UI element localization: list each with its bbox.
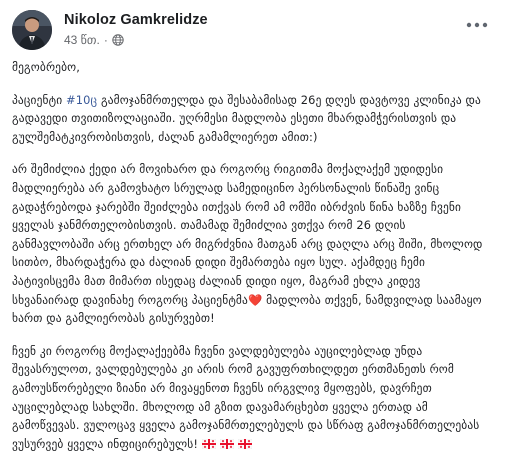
author-name[interactable]: Nikoloz Gamkrelidze bbox=[64, 12, 208, 28]
ellipsis-icon[interactable] bbox=[463, 16, 491, 34]
heart-emoji: ❤️ bbox=[247, 292, 263, 307]
paragraph-3-text: ჩვენ კი როგორც მოქალაქეებმა ჩვენი ვალდებ… bbox=[12, 343, 480, 451]
post-body: მეგობრებო, პაციენტი #10ც გამოჯანმრთელდა … bbox=[12, 58, 490, 467]
facebook-post: Nikoloz Gamkrelidze 43 წთ. · მეგობრებო, … bbox=[0, 0, 505, 470]
georgia-flag-icon bbox=[237, 436, 253, 449]
georgia-flag-icon bbox=[219, 436, 235, 449]
meta-separator: · bbox=[103, 33, 108, 47]
paragraph-2-text-start: არ შემიძლია ქედი არ მოვიხარო და როგორც რ… bbox=[12, 162, 483, 307]
paragraph-greeting: მეგობრებო, bbox=[12, 58, 490, 77]
globe-icon[interactable] bbox=[112, 34, 124, 46]
georgia-flag-icon bbox=[201, 436, 217, 449]
paragraph-3: ჩვენ კი როგორც მოქალაქეებმა ჩვენი ვალდებ… bbox=[12, 342, 490, 454]
post-meta: 43 წთ. · bbox=[64, 33, 124, 47]
paragraph-2: არ შემიძლია ქედი არ მოვიხარო და როგორც რ… bbox=[12, 160, 490, 327]
paragraph-1: პაციენტი #10ც გამოჯანმრთელდა და შესაბამი… bbox=[12, 91, 490, 147]
greeting-text: მეგობრებო, bbox=[12, 60, 81, 74]
hashtag-link[interactable]: #10ც bbox=[66, 93, 97, 107]
post-time[interactable]: 43 წთ. bbox=[64, 33, 100, 47]
author-avatar[interactable] bbox=[12, 10, 52, 50]
post-header: Nikoloz Gamkrelidze 43 წთ. · bbox=[12, 10, 493, 52]
flags-group bbox=[201, 436, 253, 449]
paragraph-1-text-start: პაციენტი bbox=[12, 92, 67, 107]
